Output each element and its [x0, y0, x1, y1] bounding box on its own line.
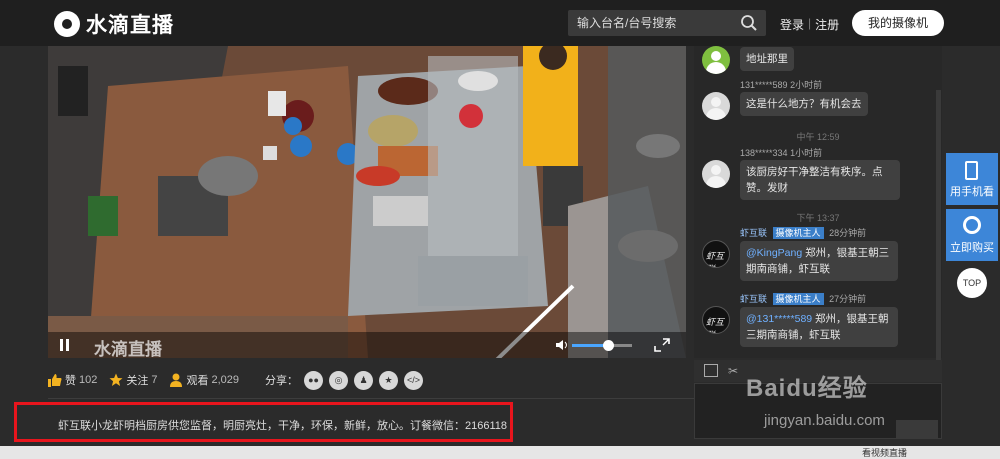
auth-links: 登录 | 注册	[780, 16, 839, 33]
live-video-player[interactable]	[48, 46, 686, 358]
image-upload-icon[interactable]	[704, 364, 718, 377]
chat-time: 2小时前	[790, 80, 823, 90]
baidu-url: jingyan.baidu.com	[764, 412, 885, 429]
buy-now-label: 立即购买	[950, 242, 994, 254]
view-count: 2,029	[211, 374, 240, 386]
water-drop-logo-icon	[54, 11, 80, 37]
chat-bubble: 该厨房好干净整洁有秩序。点赞。发财	[740, 160, 900, 200]
site-logo[interactable]: 水滴直播	[54, 9, 174, 39]
logo-text: 水滴直播	[86, 14, 174, 37]
thumbs-up-icon	[48, 374, 62, 387]
watch-on-phone-button[interactable]: 用手机看	[946, 153, 998, 205]
star-icon	[109, 373, 123, 386]
chat-time-divider: 中午 12:59	[796, 132, 840, 142]
chat-mention[interactable]: @131*****589	[746, 313, 812, 325]
chat-mention[interactable]: @KingPang	[746, 247, 802, 259]
qzone-icon[interactable]: ★	[379, 370, 399, 390]
chat-username[interactable]: 虾互联	[740, 294, 767, 304]
wechat-icon[interactable]: ●●	[304, 370, 324, 390]
volume-icon[interactable]	[556, 340, 568, 350]
buy-now-button[interactable]: 立即购买	[946, 209, 998, 261]
avatar	[702, 160, 730, 188]
camera-owner-badge: 摄像机主人	[772, 227, 824, 239]
player-controls: 水滴直播	[48, 332, 686, 359]
like-label: 赞	[65, 375, 76, 387]
search-input[interactable]	[568, 10, 738, 36]
follow-button[interactable]: 关注 7	[109, 372, 157, 388]
watch-on-phone-label: 用手机看	[950, 186, 994, 198]
chat-bubble: 这是什么地方？有机会去	[740, 92, 868, 116]
chat-username[interactable]: 138*****334	[740, 148, 788, 158]
bottom-strip-text: 看视频直播	[862, 448, 908, 458]
back-to-top-button[interactable]: TOP	[957, 268, 987, 298]
video-stats-bar: 赞 102 关注 7 观看 2,029 分享： ●● ◎ ♟ ★ </>	[48, 368, 429, 392]
top-navigation-bar: 水滴直播 登录 | 注册 我的摄像机	[0, 0, 1000, 46]
search-box	[568, 10, 766, 36]
my-camera-button[interactable]: 我的摄像机	[852, 10, 944, 36]
pause-icon[interactable]	[60, 339, 70, 351]
embed-code-icon[interactable]: </>	[404, 370, 424, 390]
camera-icon	[963, 216, 981, 234]
scissors-icon[interactable]: ✂	[728, 364, 742, 378]
fullscreen-icon[interactable]	[654, 338, 670, 352]
chat-username[interactable]: 131*****589	[740, 80, 788, 90]
view-stat: 观看 2,029	[169, 372, 239, 388]
video-description: 虾互联小龙虾明档厨房供您监督，明厨亮灶，干净，环保，新鲜，放心。订餐微信：216…	[58, 420, 508, 432]
follow-count: 7	[151, 374, 158, 386]
chat-scrollbar[interactable]	[936, 90, 941, 360]
phone-icon	[965, 161, 978, 180]
chat-username[interactable]: 虾互联	[740, 228, 767, 238]
chat-time: 27分钟前	[829, 294, 867, 304]
qq-icon[interactable]: ♟	[354, 370, 374, 390]
chat-meta: 138*****334 1小时前	[740, 146, 822, 159]
chat-time-divider: 下午 13:37	[796, 213, 840, 223]
register-link[interactable]: 注册	[815, 16, 839, 33]
chat-bubble: @131*****589 郑州，银基王朝三期南商铺，虾互联	[740, 307, 898, 347]
avatar	[702, 46, 730, 74]
share-label: 分享：	[265, 375, 299, 387]
chat-meta: 131*****589 2小时前	[740, 78, 822, 91]
volume-slider-handle[interactable]	[603, 340, 614, 351]
weibo-icon[interactable]: ◎	[329, 370, 349, 390]
avatar: 虾互联	[702, 240, 730, 268]
volume-slider[interactable]	[572, 340, 632, 351]
viewer-icon	[170, 373, 183, 387]
chat-meta: 虾互联 摄像机主人 27分钟前	[740, 292, 866, 305]
like-count: 102	[79, 374, 98, 386]
chat-time: 28分钟前	[829, 228, 867, 238]
follow-label: 关注	[126, 375, 149, 387]
avatar	[702, 92, 730, 120]
video-watermark: 水滴直播	[94, 340, 162, 359]
auth-separator: |	[808, 16, 812, 30]
camera-owner-badge: 摄像机主人	[772, 293, 824, 305]
send-button[interactable]	[896, 420, 938, 438]
view-label: 观看	[186, 375, 209, 387]
baidu-logo: Baidu经验	[746, 375, 868, 402]
chat-panel: 地址那里 131*****589 2小时前 这是什么地方？有机会去 中午 12:…	[694, 46, 942, 358]
chat-bubble: @KingPang 郑州，银基王朝三期南商铺，虾互联	[740, 241, 898, 281]
kitchen-video-frame	[48, 46, 686, 358]
bottom-strip: 看视频直播	[0, 446, 1000, 459]
chat-meta: 虾互联 摄像机主人 28分钟前	[740, 226, 866, 239]
login-link[interactable]: 登录	[780, 16, 804, 33]
avatar: 虾互联	[702, 306, 730, 334]
chat-time: 1小时前	[790, 148, 823, 158]
baidu-jingyan-watermark: Baidu经验 jingyan.baidu.com	[746, 368, 885, 429]
like-button[interactable]: 赞 102	[48, 372, 97, 388]
search-icon[interactable]	[740, 14, 758, 32]
chat-bubble: 地址那里	[740, 47, 794, 71]
